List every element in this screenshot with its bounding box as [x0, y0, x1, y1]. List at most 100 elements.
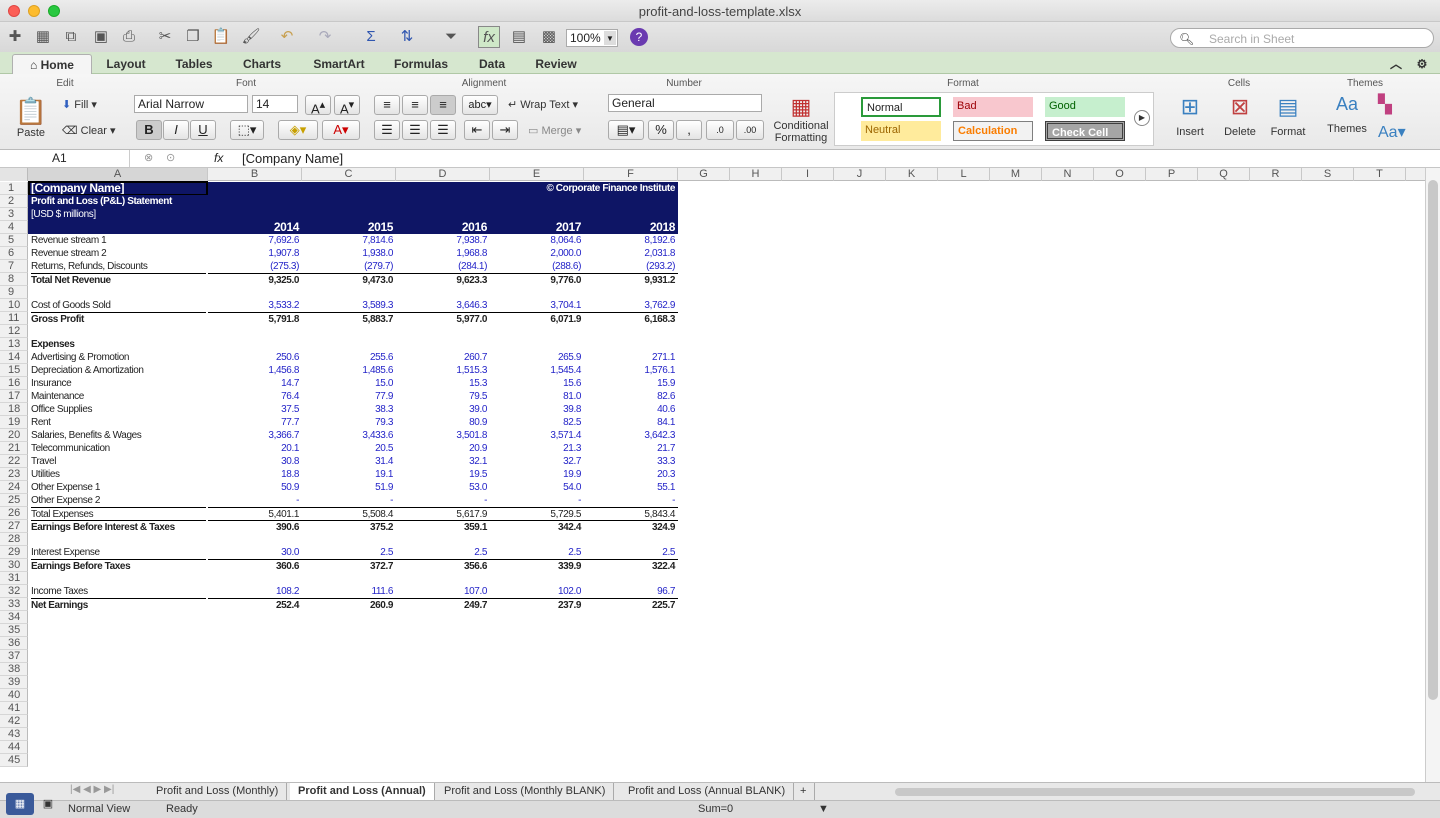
column-header[interactable]: H [730, 168, 782, 181]
tab-formulas[interactable]: Formulas [384, 54, 458, 74]
value-cell[interactable] [396, 325, 490, 338]
value-cell[interactable]: 81.0 [490, 390, 584, 403]
row-header[interactable]: 38 [0, 663, 28, 676]
value-cell[interactable]: 54.0 [490, 481, 584, 494]
row-header[interactable]: 7 [0, 260, 28, 273]
row-label-cell[interactable]: Total Net Revenue [31, 273, 206, 286]
chevron-down-icon[interactable]: ▼ [604, 31, 616, 45]
value-cell[interactable]: 111.6 [302, 585, 396, 598]
value-cell[interactable] [302, 572, 396, 585]
help-icon[interactable]: ? [630, 28, 648, 46]
value-cell[interactable]: 30.0 [208, 546, 302, 559]
value-cell[interactable]: 237.9 [490, 598, 584, 611]
cancel-icon[interactable]: ⊗ [144, 151, 153, 164]
value-cell[interactable]: 40.6 [584, 403, 678, 416]
tab-smartart[interactable]: SmartArt [302, 54, 376, 74]
clear-button[interactable]: ⌫ Clear ▾ [62, 124, 116, 137]
style-check-cell[interactable]: Check Cell [1045, 121, 1125, 141]
select-all-corner[interactable] [0, 168, 28, 181]
theme-colors-icon[interactable]: ▚ [1378, 94, 1392, 115]
value-cell[interactable]: (284.1) [396, 260, 490, 273]
value-cell[interactable]: 5,791.8 [208, 312, 302, 325]
value-cell[interactable]: 356.6 [396, 559, 490, 572]
row-header[interactable]: 9 [0, 286, 28, 299]
row-header[interactable]: 44 [0, 741, 28, 754]
column-header[interactable]: M [990, 168, 1042, 181]
accounting-format-button[interactable]: ▤▾ [608, 120, 644, 140]
italic-button[interactable]: I [163, 120, 189, 140]
value-cell[interactable] [208, 325, 302, 338]
value-cell[interactable]: 79.5 [396, 390, 490, 403]
value-cell[interactable]: 322.4 [584, 559, 678, 572]
value-cell[interactable]: (293.2) [584, 260, 678, 273]
row-header[interactable]: 8 [0, 273, 28, 286]
column-header[interactable]: K [886, 168, 938, 181]
align-left-button[interactable]: ☰ [374, 120, 400, 140]
value-cell[interactable]: 2.5 [396, 546, 490, 559]
value-cell[interactable]: 390.6 [208, 520, 302, 533]
column-header[interactable]: Q [1198, 168, 1250, 181]
format-painter-icon[interactable]: 🖌 [240, 26, 262, 48]
format-cells-button[interactable]: ▤ Format [1266, 94, 1310, 138]
value-cell[interactable]: 1,545.4 [490, 364, 584, 377]
column-header[interactable]: D [396, 168, 490, 181]
value-cell[interactable]: 9,325.0 [208, 273, 302, 286]
row-header[interactable]: 36 [0, 637, 28, 650]
value-cell[interactable]: 20.9 [396, 442, 490, 455]
value-cell[interactable]: 250.6 [208, 351, 302, 364]
row-header[interactable]: 10 [0, 299, 28, 312]
filter-icon[interactable]: ⏷ [440, 26, 462, 48]
value-cell[interactable]: 3,646.3 [396, 299, 490, 312]
value-cell[interactable]: 1,907.8 [208, 247, 302, 260]
column-header[interactable]: E [490, 168, 584, 181]
templates-icon[interactable]: ▦ [32, 26, 54, 48]
font-color-button[interactable]: A▾ [322, 120, 360, 140]
value-cell[interactable] [584, 338, 678, 351]
paste-button[interactable]: 📋 Paste [10, 96, 52, 144]
column-header[interactable]: F [584, 168, 678, 181]
value-cell[interactable]: 339.9 [490, 559, 584, 572]
row-header[interactable]: 12 [0, 325, 28, 338]
percent-button[interactable]: % [648, 120, 674, 140]
row-label-cell[interactable] [31, 533, 206, 546]
theme-fonts-icon[interactable]: Aa▾ [1378, 122, 1406, 142]
value-cell[interactable]: 1,938.0 [302, 247, 396, 260]
save-icon[interactable]: ▣ [90, 26, 112, 48]
value-cell[interactable]: 3,433.6 [302, 429, 396, 442]
value-cell[interactable]: (275.3) [208, 260, 302, 273]
value-cell[interactable]: 3,571.4 [490, 429, 584, 442]
value-cell[interactable] [584, 286, 678, 299]
row-header[interactable]: 41 [0, 702, 28, 715]
row-header[interactable]: 43 [0, 728, 28, 741]
align-right-button[interactable]: ☰ [430, 120, 456, 140]
value-cell[interactable]: 359.1 [396, 520, 490, 533]
value-cell[interactable]: 82.6 [584, 390, 678, 403]
redo-icon[interactable]: ↷ [314, 26, 336, 48]
tab-tables[interactable]: Tables [162, 54, 226, 74]
sum-dropdown-icon[interactable]: ▼ [818, 803, 829, 815]
row-header[interactable]: 19 [0, 416, 28, 429]
row-header[interactable]: 4 [0, 221, 28, 234]
value-cell[interactable]: 3,762.9 [584, 299, 678, 312]
value-cell[interactable]: 9,623.3 [396, 273, 490, 286]
column-header[interactable]: J [834, 168, 886, 181]
add-sheet-button[interactable]: + [792, 783, 816, 800]
column-header[interactable]: C [302, 168, 396, 181]
value-cell[interactable]: 2.5 [302, 546, 396, 559]
row-label-cell[interactable]: Maintenance [31, 390, 206, 403]
row-header[interactable]: 22 [0, 455, 28, 468]
row-label-cell[interactable]: Insurance [31, 377, 206, 390]
value-cell[interactable]: 7,692.6 [208, 234, 302, 247]
row-header[interactable]: 6 [0, 247, 28, 260]
value-cell[interactable]: 5,508.4 [302, 507, 396, 520]
value-cell[interactable]: 20.5 [302, 442, 396, 455]
conditional-formatting-button[interactable]: ▦ Conditional Formatting [772, 94, 830, 144]
value-cell[interactable]: 53.0 [396, 481, 490, 494]
value-cell[interactable]: 20.3 [584, 468, 678, 481]
horizontal-scrollbar[interactable] [895, 788, 1415, 796]
row-header[interactable]: 13 [0, 338, 28, 351]
value-cell[interactable] [302, 325, 396, 338]
value-cell[interactable]: 372.7 [302, 559, 396, 572]
value-cell[interactable]: 265.9 [490, 351, 584, 364]
sheet-tab-annual-blank[interactable]: Profit and Loss (Annual BLANK) [620, 783, 795, 800]
